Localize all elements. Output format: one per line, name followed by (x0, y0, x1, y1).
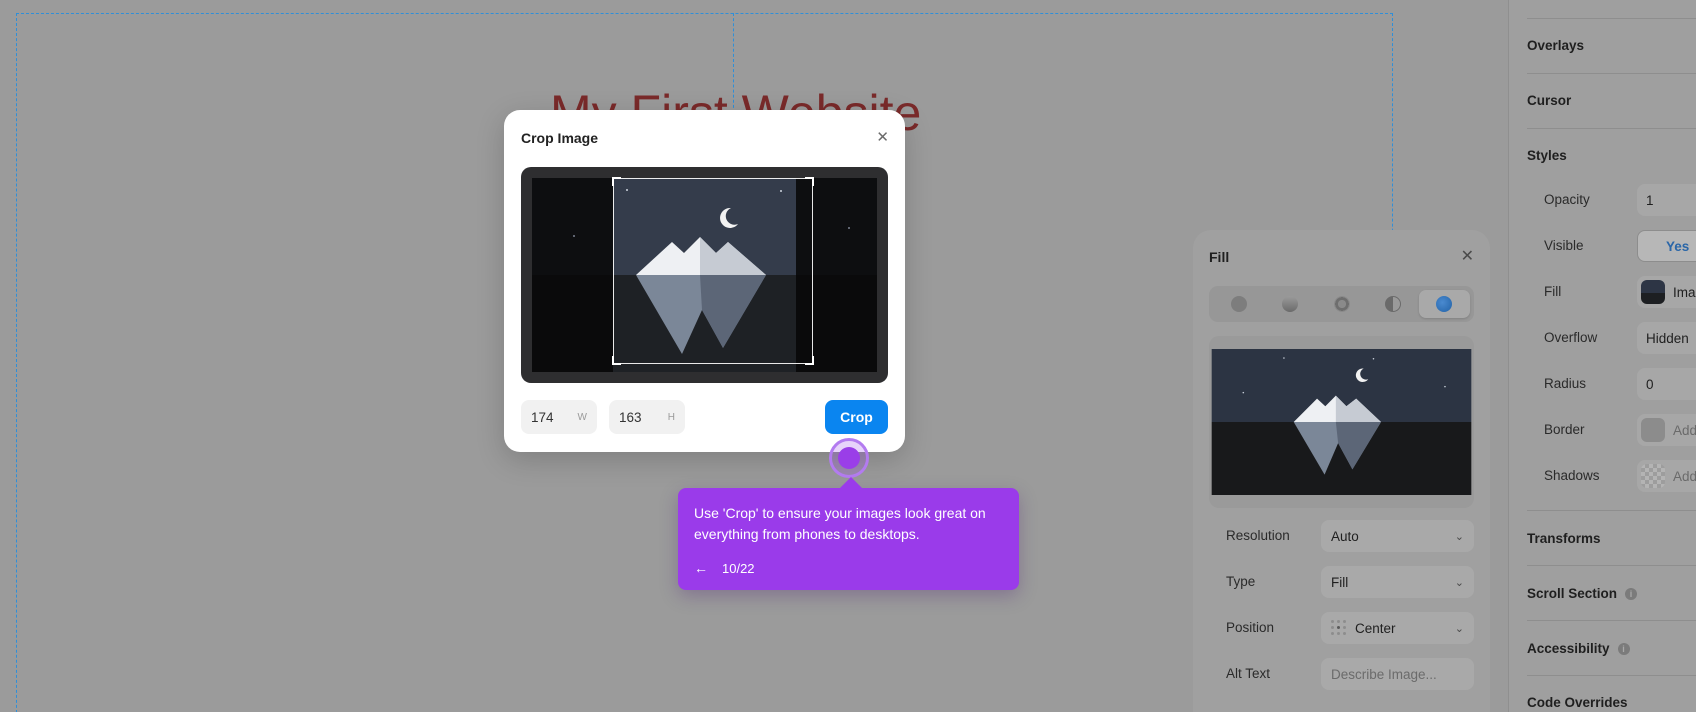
scroll-section-label: Scroll Section (1527, 586, 1618, 601)
modal-title: Crop Image (521, 130, 599, 146)
alt-text-label: Alt Text (1226, 666, 1271, 681)
accessibility-label: Accessibility (1527, 641, 1610, 656)
position-grid-icon (1331, 620, 1347, 636)
image-preview[interactable] (1209, 336, 1474, 508)
fill-value: Ima (1673, 284, 1696, 300)
section-transforms[interactable]: Transforms (1527, 531, 1601, 546)
shadows-value: Add (1673, 468, 1696, 484)
crop-width-input[interactable]: 174 W (521, 400, 597, 434)
divider (1527, 510, 1696, 511)
section-code-overrides[interactable]: Code Overrides (1527, 695, 1628, 710)
crop-handle-top-left[interactable] (612, 177, 621, 186)
info-icon[interactable]: i (1625, 587, 1638, 600)
divider (1527, 128, 1696, 129)
close-icon[interactable]: ✕ (876, 128, 889, 146)
section-scroll[interactable]: Scroll Section i (1527, 586, 1638, 601)
crop-handle-bottom-right[interactable] (805, 356, 814, 365)
height-unit: H (667, 411, 675, 423)
crop-image-modal: Crop Image ✕ 174 W 163 H Crop (504, 110, 905, 452)
overflow-select[interactable]: Hidden (1637, 322, 1696, 354)
crop-selection-box[interactable] (612, 177, 814, 365)
image-thumbnail-icon (1641, 280, 1665, 304)
crop-handle-bottom-left[interactable] (612, 356, 621, 365)
section-overlays[interactable]: Overlays (1527, 38, 1584, 53)
shadow-swatch-icon (1641, 464, 1665, 488)
opacity-label: Opacity (1544, 192, 1590, 207)
linear-gradient-icon (1282, 296, 1299, 312)
divider (1527, 565, 1696, 566)
info-icon[interactable]: i (1617, 642, 1630, 655)
radial-gradient-icon (1333, 296, 1350, 312)
shadows-add-button[interactable]: Add (1637, 460, 1696, 492)
tab-solid-color[interactable] (1213, 290, 1264, 318)
alt-text-input[interactable]: Describe Image... (1321, 658, 1474, 690)
crop-height-input[interactable]: 163 H (609, 400, 685, 434)
beacon-dot (838, 447, 860, 469)
tour-beacon[interactable] (829, 438, 869, 478)
fill-picker[interactable]: Ima (1637, 276, 1696, 308)
tooltip-text: Use 'Crop' to ensure your images look gr… (694, 505, 986, 542)
radius-input[interactable]: 0 (1637, 368, 1696, 400)
type-select[interactable]: Fill ⌄ (1321, 566, 1474, 598)
crop-handle-top-right[interactable] (805, 177, 814, 186)
divider (1527, 73, 1696, 74)
arrow-left-icon[interactable]: ← (694, 560, 708, 576)
resolution-label: Resolution (1226, 528, 1290, 543)
fill-panel-title: Fill (1209, 249, 1230, 265)
solid-color-icon (1230, 296, 1247, 312)
overflow-label: Overflow (1544, 330, 1598, 345)
section-cursor[interactable]: Cursor (1527, 93, 1571, 108)
position-value: Center (1355, 620, 1396, 636)
position-select[interactable]: Center ⌄ (1321, 612, 1474, 644)
crop-button[interactable]: Crop (825, 400, 888, 434)
chevron-down-icon: ⌄ (1454, 576, 1464, 589)
conic-gradient-icon (1384, 296, 1401, 312)
resolution-value: Auto (1331, 528, 1359, 544)
fill-label: Fill (1544, 284, 1562, 299)
width-value: 174 (531, 409, 554, 425)
step-counter: 10/22 (722, 560, 755, 576)
chevron-down-icon: ⌄ (1454, 622, 1464, 635)
visible-toggle[interactable]: Yes (1637, 230, 1696, 262)
visible-value: Yes (1666, 238, 1690, 254)
shadows-label: Shadows (1544, 468, 1600, 483)
type-label: Type (1226, 574, 1256, 589)
overflow-value: Hidden (1646, 330, 1689, 346)
image-globe-icon (1436, 296, 1453, 312)
fill-panel: Fill ✕ Resolution Auto ⌄ Type Fill ⌄ Pos… (1193, 230, 1490, 712)
type-value: Fill (1331, 574, 1349, 590)
border-value: Add (1673, 422, 1696, 438)
crop-area[interactable] (521, 167, 888, 383)
divider (1527, 18, 1696, 19)
tour-tooltip: Use 'Crop' to ensure your images look gr… (678, 477, 1019, 590)
opacity-input[interactable]: 1 (1637, 184, 1696, 216)
tab-image[interactable] (1418, 290, 1471, 318)
chevron-down-icon: ⌄ (1454, 530, 1464, 543)
height-value: 163 (619, 409, 642, 425)
close-icon[interactable]: ✕ (1461, 246, 1474, 266)
tab-conic-gradient[interactable] (1367, 290, 1418, 318)
border-label: Border (1544, 422, 1585, 437)
resolution-select[interactable]: Auto ⌄ (1321, 520, 1474, 552)
alt-text-placeholder: Describe Image... (1331, 666, 1437, 682)
section-accessibility[interactable]: Accessibility i (1527, 641, 1630, 656)
divider (1527, 620, 1696, 621)
divider (1527, 675, 1696, 676)
border-swatch-icon (1641, 418, 1665, 442)
tab-linear-gradient[interactable] (1264, 290, 1315, 318)
radius-value: 0 (1646, 376, 1654, 392)
section-styles[interactable]: Styles (1527, 148, 1567, 163)
properties-panel: Overlays Cursor Styles Opacity 1 Visible… (1508, 0, 1696, 712)
fill-type-tabs (1209, 286, 1474, 322)
position-label: Position (1226, 620, 1275, 635)
opacity-value: 1 (1646, 192, 1654, 208)
radius-label: Radius (1544, 376, 1587, 391)
visible-label: Visible (1544, 238, 1584, 253)
width-unit: W (577, 411, 587, 423)
border-add-button[interactable]: Add (1637, 414, 1696, 446)
tooltip-nav: ← 10/22 (694, 560, 755, 576)
iceberg-preview-image (1211, 349, 1472, 495)
tab-radial-gradient[interactable] (1316, 290, 1367, 318)
